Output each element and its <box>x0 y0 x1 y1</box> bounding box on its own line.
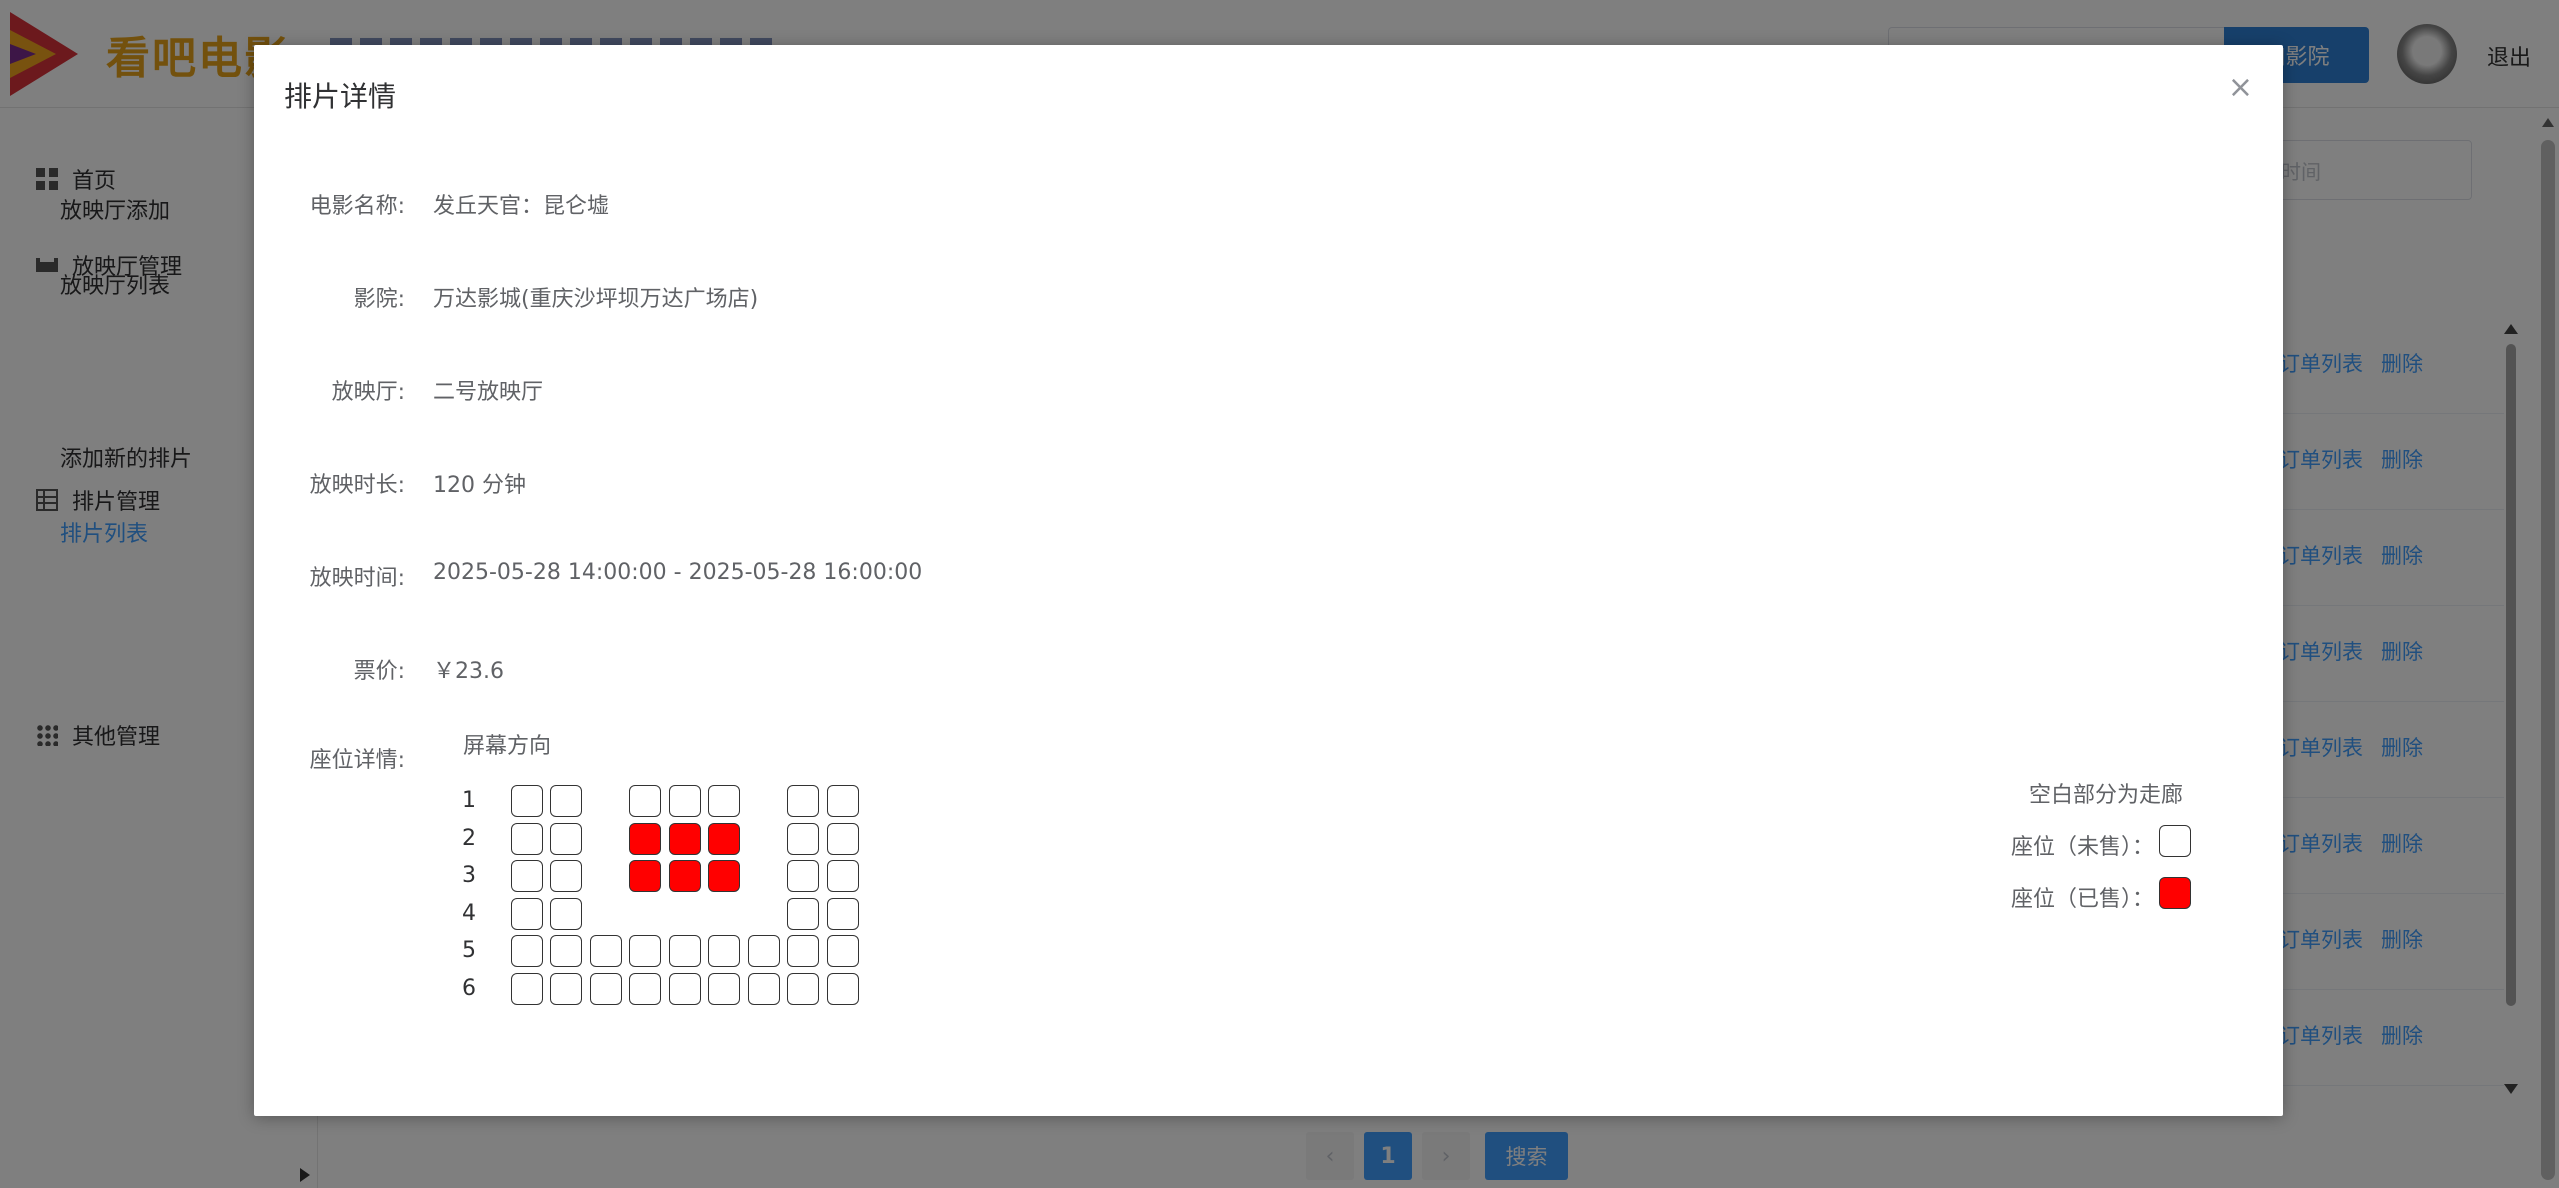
duration-value: 120 分钟 <box>433 473 526 498</box>
seat-available[interactable] <box>708 785 740 817</box>
seat-available[interactable] <box>629 785 661 817</box>
seat-available[interactable] <box>748 935 780 967</box>
seat-available[interactable] <box>708 972 740 1005</box>
seat-available[interactable] <box>511 822 543 855</box>
seat-row-label: 1 <box>462 788 476 813</box>
seat-available[interactable] <box>550 785 582 817</box>
seat-available[interactable] <box>827 897 859 930</box>
seat-sold[interactable] <box>669 822 701 855</box>
movie-name-value: 发丘天官：昆仑墟 <box>433 194 610 219</box>
showtime-value: 2025-05-28 14:00:00 - 2025-05-28 16:00:0… <box>433 560 923 585</box>
seat-available[interactable] <box>629 935 661 967</box>
seat-available[interactable] <box>511 935 543 967</box>
seat-available[interactable] <box>787 935 819 967</box>
seat-available[interactable] <box>787 860 819 892</box>
hall-value: 二号放映厅 <box>433 380 544 405</box>
price-value: ￥23.6 <box>433 659 504 684</box>
movie-name-label: 电影名称: <box>309 194 405 219</box>
cinema-value: 万达影城(重庆沙坪坝万达广场店) <box>433 287 759 312</box>
showtime-label: 放映时间: <box>309 566 405 591</box>
schedule-detail-dialog: 排片详情 × 电影名称: 发丘天官：昆仑墟影院: 万达影城(重庆沙坪坝万达广场店) 放… <box>254 45 2283 1116</box>
duration-label: 放映时长: <box>309 473 405 498</box>
close-icon[interactable]: × <box>2228 73 2253 103</box>
aisle-note: 空白部分为走廊 <box>2029 783 2184 808</box>
seat-available[interactable] <box>787 822 819 855</box>
cinema-label: 影院: <box>353 287 405 312</box>
seat-sold[interactable] <box>708 860 740 892</box>
seat-sold[interactable] <box>629 822 661 855</box>
seat-available[interactable] <box>827 822 859 855</box>
seat-available[interactable] <box>669 935 701 967</box>
seat-available[interactable] <box>827 860 859 892</box>
seat-row-label: 6 <box>462 975 476 1001</box>
hall-label: 放映厅: <box>331 380 405 405</box>
seat-available[interactable] <box>787 972 819 1005</box>
legend-sold-seat <box>2159 877 2191 909</box>
seat-available[interactable] <box>629 972 661 1005</box>
seat-detail-label: 座位详情: <box>309 748 405 773</box>
seat-sold[interactable] <box>629 860 661 892</box>
seat-row-label: 2 <box>462 825 476 851</box>
seat-row-label: 3 <box>462 863 476 888</box>
seat-sold[interactable] <box>708 822 740 855</box>
seat-available[interactable] <box>827 972 859 1005</box>
seat-available[interactable] <box>511 860 543 892</box>
seat-row-label: 5 <box>462 938 476 963</box>
seat-available[interactable] <box>550 860 582 892</box>
seat-row-label: 4 <box>462 900 476 926</box>
seat-available[interactable] <box>590 972 622 1005</box>
price-label: 票价: <box>353 659 405 684</box>
seat-available[interactable] <box>550 822 582 855</box>
screen-direction: 屏幕方向 <box>463 734 552 759</box>
seat-available[interactable] <box>550 935 582 967</box>
seat-available[interactable] <box>511 972 543 1005</box>
seat-available[interactable] <box>827 785 859 817</box>
legend-unsold-label: 座位（未售）： <box>2011 835 2155 860</box>
seat-available[interactable] <box>669 972 701 1005</box>
seat-available[interactable] <box>511 785 543 817</box>
seat-available[interactable] <box>511 897 543 930</box>
seat-available[interactable] <box>787 897 819 930</box>
seat-available[interactable] <box>748 972 780 1005</box>
seat-available[interactable] <box>550 897 582 930</box>
seat-available[interactable] <box>708 935 740 967</box>
seat-available[interactable] <box>550 972 582 1005</box>
seat-available[interactable] <box>669 785 701 817</box>
legend-sold-label: 座位（已售）： <box>2011 887 2155 912</box>
seat-available[interactable] <box>787 785 819 817</box>
seat-available[interactable] <box>590 935 622 967</box>
legend-unsold-seat <box>2159 825 2191 857</box>
dialog-title: 排片详情 <box>284 80 397 113</box>
seat-sold[interactable] <box>669 860 701 892</box>
seat-available[interactable] <box>827 935 859 967</box>
